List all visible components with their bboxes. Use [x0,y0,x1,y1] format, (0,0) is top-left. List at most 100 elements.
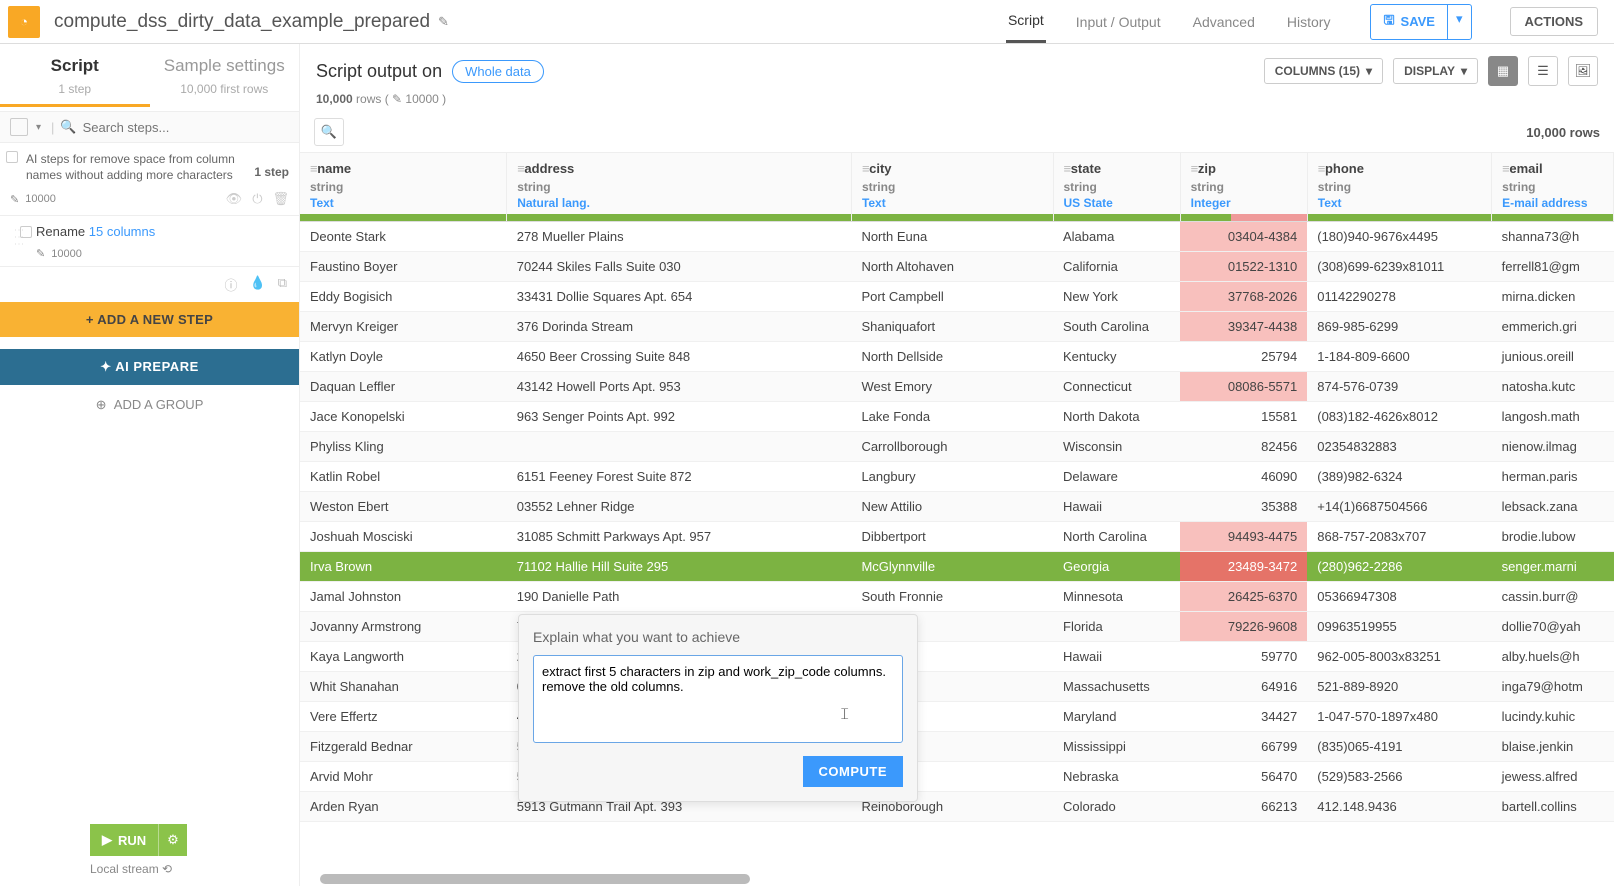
cell[interactable]: 34427 [1180,702,1307,732]
compute-button[interactable]: COMPUTE [803,756,904,787]
cell[interactable]: North Dakota [1053,402,1180,432]
cell[interactable]: 376 Dorinda Stream [507,312,852,342]
cell[interactable]: Kaya Langworth [300,642,507,672]
table-row[interactable]: Weston Ebert03552 Lehner RidgeNew Attili… [300,492,1614,522]
cell[interactable]: (083)182-4626x8012 [1307,402,1491,432]
cell[interactable]: North Euna [851,222,1053,252]
view-table-icon[interactable]: ▦ [1488,56,1518,86]
cell[interactable]: Jamal Johnston [300,582,507,612]
info-icon[interactable]: ⓘ [225,275,238,294]
column-header-email[interactable]: email string E-mail address [1492,153,1613,214]
table-row[interactable]: Phyliss KlingCarrollboroughWisconsin8245… [300,432,1614,462]
cell[interactable]: Mississippi [1053,732,1180,762]
cell[interactable]: Weston Ebert [300,492,507,522]
cell[interactable]: 869-985-6299 [1307,312,1491,342]
column-header-state[interactable]: state string US State [1054,153,1180,214]
cell[interactable]: New York [1053,282,1180,312]
cell[interactable]: Joshuah Mosciski [300,522,507,552]
cell[interactable]: 1-184-809-6600 [1307,342,1491,372]
column-header-zip[interactable]: zip string Integer [1181,153,1307,214]
cell[interactable]: bartell.collins [1492,792,1614,822]
tab-advanced[interactable]: Advanced [1191,2,1257,42]
cell[interactable]: Colorado [1053,792,1180,822]
add-group-button[interactable]: ⊕ ADD A GROUP [0,385,299,425]
cell[interactable]: Phyliss Kling [300,432,507,462]
local-stream-label[interactable]: Local stream ⟲ [90,862,187,876]
cell[interactable]: 37768-2026 [1180,282,1307,312]
cell[interactable]: Carrollborough [851,432,1053,462]
table-row[interactable]: Fitzgerald Bednar5Mississippi66799(835)0… [300,732,1614,762]
step-group[interactable]: AI steps for remove space from column na… [0,143,299,216]
cell[interactable]: 23489-3472 [1180,552,1307,582]
cell[interactable]: Mervyn Kreiger [300,312,507,342]
search-steps-input[interactable] [83,120,293,135]
cell[interactable]: herman.paris [1492,462,1614,492]
cell[interactable]: 03552 Lehner Ridge [507,492,852,522]
table-search-icon[interactable]: 🔍 [314,118,344,146]
cell[interactable]: 1-047-570-1897x480 [1307,702,1491,732]
table-row[interactable]: Whit Shanahan0Massachusetts64916521-889-… [300,672,1614,702]
group-checkbox[interactable] [6,151,18,163]
cell[interactable]: 59770 [1180,642,1307,672]
cell[interactable]: Fitzgerald Bednar [300,732,507,762]
save-dropdown[interactable]: ▾ [1447,5,1471,39]
cell[interactable]: 66213 [1180,792,1307,822]
cell[interactable]: Katlin Robel [300,462,507,492]
cell[interactable]: 71102 Hallie Hill Suite 295 [507,552,852,582]
column-header-name[interactable]: name string Text [300,153,506,214]
step-item[interactable]: Rename 15 columns ✎ 10000 [0,216,299,267]
app-logo[interactable]: ◔ [8,6,40,38]
cell[interactable]: 94493-4475 [1180,522,1307,552]
table-row[interactable]: Vere Effertz4Maryland344271-047-570-1897… [300,702,1614,732]
cell[interactable]: 43142 Howell Ports Apt. 953 [507,372,852,402]
cell[interactable]: 6151 Feeney Forest Suite 872 [507,462,852,492]
cell[interactable]: 70244 Skiles Falls Suite 030 [507,252,852,282]
cell[interactable]: 79226-9608 [1180,612,1307,642]
run-button[interactable]: ▶RUN [90,824,158,856]
cell[interactable]: 15581 [1180,402,1307,432]
drop-icon[interactable]: 💧 [250,275,266,294]
trash-icon[interactable]: 🗑 [272,191,289,207]
column-header-phone[interactable]: phone string Text [1308,153,1491,214]
cell[interactable]: 66799 [1180,732,1307,762]
cell[interactable]: ferrell81@gm [1492,252,1614,282]
table-row[interactable]: Arden Ryan5913 Gutmann Trail Apt. 393Rei… [300,792,1614,822]
whole-data-button[interactable]: Whole data [452,60,544,83]
cell[interactable]: inga79@hotm [1492,672,1614,702]
cell[interactable]: 25794 [1180,342,1307,372]
cell[interactable]: Jovanny Armstrong [300,612,507,642]
cell[interactable]: 26425-6370 [1180,582,1307,612]
cell[interactable]: (180)940-9676x4495 [1307,222,1491,252]
cell[interactable]: 05366947308 [1307,582,1491,612]
cell[interactable]: Connecticut [1053,372,1180,402]
cell[interactable]: Eddy Bogisich [300,282,507,312]
cell[interactable]: 868-757-2083x707 [1307,522,1491,552]
cell[interactable]: alby.huels@h [1492,642,1614,672]
cell[interactable]: Maryland [1053,702,1180,732]
cell[interactable]: Faustino Boyer [300,252,507,282]
cell[interactable]: jewess.alfred [1492,762,1614,792]
cell[interactable]: 35388 [1180,492,1307,522]
cell[interactable]: Whit Shanahan [300,672,507,702]
columns-button[interactable]: COLUMNS (15)▾ [1264,58,1383,84]
table-row[interactable]: Jovanny Armstrong7Florida79226-960809963… [300,612,1614,642]
cell[interactable]: (529)583-2566 [1307,762,1491,792]
cell[interactable]: 33431 Dollie Squares Apt. 654 [507,282,852,312]
cell[interactable]: Kentucky [1053,342,1180,372]
cell[interactable]: North Altohaven [851,252,1053,282]
cell[interactable]: mirna.dicken [1492,282,1614,312]
cell[interactable]: 190 Danielle Path [507,582,852,612]
cell[interactable]: 963 Senger Points Apt. 992 [507,402,852,432]
cell[interactable]: (389)982-6324 [1307,462,1491,492]
cell[interactable]: South Carolina [1053,312,1180,342]
cell[interactable]: lucindy.kuhic [1492,702,1614,732]
cell[interactable]: California [1053,252,1180,282]
ai-prepare-button[interactable]: ✦ AI PREPARE [0,349,299,385]
cell[interactable]: lebsack.zana [1492,492,1614,522]
cell[interactable]: 278 Mueller Plains [507,222,852,252]
save-button[interactable]: 🖫SAVE [1371,5,1447,39]
table-row[interactable]: Daquan Leffler43142 Howell Ports Apt. 95… [300,372,1614,402]
cell[interactable]: dollie70@yah [1492,612,1614,642]
cell[interactable]: Florida [1053,612,1180,642]
table-row[interactable]: Jace Konopelski963 Senger Points Apt. 99… [300,402,1614,432]
